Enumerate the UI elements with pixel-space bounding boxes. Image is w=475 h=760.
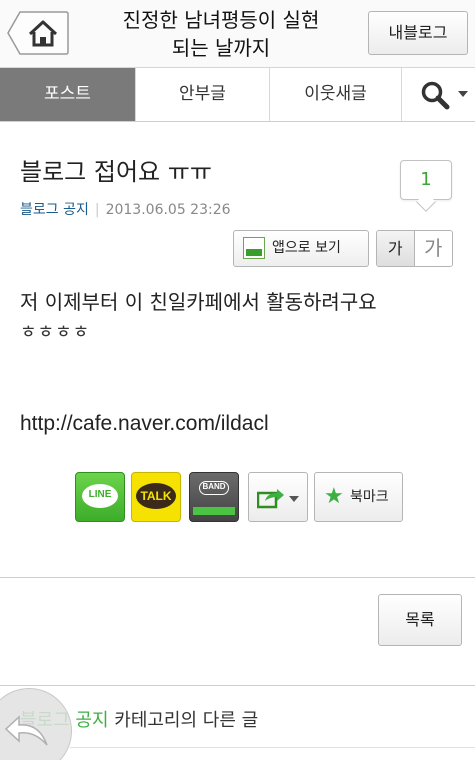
post-meta: 블로그 공지 | 2013.06.05 23:26	[20, 199, 231, 219]
chevron-down-icon	[458, 91, 468, 97]
font-small-button[interactable]: 가	[377, 231, 415, 266]
other-posts-suffix: 카테고리의 다른 글	[108, 710, 259, 731]
band-stripe	[193, 507, 235, 515]
post-body-link[interactable]: http://cafe.naver.com/ildacl	[20, 412, 269, 436]
font-large-button[interactable]: 가	[414, 231, 452, 266]
share-band-button[interactable]: BAND	[189, 472, 239, 522]
post-category-link[interactable]: 블로그 공지	[20, 202, 89, 218]
share-arrow-icon	[257, 489, 284, 509]
chevron-down-icon	[289, 496, 299, 502]
app-header: 진정한 남녀평등이 실현 되는 날까지 내블로그	[0, 0, 475, 68]
open-in-app-label: 앱으로 보기	[272, 240, 341, 256]
share-line-button[interactable]: LINE	[75, 472, 125, 522]
post-body-line: ㅎㅎㅎㅎ	[20, 322, 91, 343]
tab-guestbook[interactable]: 안부글	[136, 68, 270, 121]
back-arrow-icon	[5, 715, 48, 746]
post-title: 블로그 접어요 ㅠㅠ	[20, 158, 212, 186]
tab-post[interactable]: 포스트	[0, 68, 136, 121]
search-icon	[421, 81, 450, 110]
share-kakaotalk-button[interactable]: TALK	[131, 472, 181, 522]
home-button[interactable]	[6, 10, 70, 56]
search-button[interactable]	[402, 68, 475, 121]
blog-app-icon	[243, 237, 265, 259]
list-button[interactable]: 목록	[378, 594, 462, 646]
talk-label: TALK	[140, 489, 172, 503]
comment-count: 1	[420, 169, 432, 190]
list-divider	[70, 747, 475, 748]
tab-neighbor-posts[interactable]: 이웃새글	[270, 68, 402, 121]
post-body-line: 저 이제부터 이 친일카페에서 활동하려구요	[20, 290, 377, 314]
bookmark-label: 북마크	[350, 489, 389, 505]
open-in-app-button[interactable]: 앱으로 보기	[233, 230, 369, 267]
tab-bar: 포스트 안부글 이웃새글	[0, 68, 475, 122]
comment-count-button[interactable]: 1	[400, 160, 452, 212]
band-label: BAND	[202, 482, 226, 491]
section-divider	[0, 577, 475, 578]
share-more-button[interactable]	[248, 472, 308, 522]
post-date: 2013.06.05 23:26	[105, 202, 231, 218]
line-label: LINE	[88, 489, 112, 500]
home-icon	[7, 11, 69, 55]
my-blog-button[interactable]: 내블로그	[368, 11, 468, 55]
speech-bubble-tail-icon	[416, 192, 436, 212]
blog-title: 진정한 남녀평등이 실현 되는 날까지	[122, 8, 320, 60]
font-size-toggle: 가 가	[376, 230, 453, 267]
bookmark-button[interactable]: ★ 북마크	[314, 472, 403, 522]
meta-separator: |	[94, 202, 100, 218]
star-icon: ★	[324, 484, 344, 509]
